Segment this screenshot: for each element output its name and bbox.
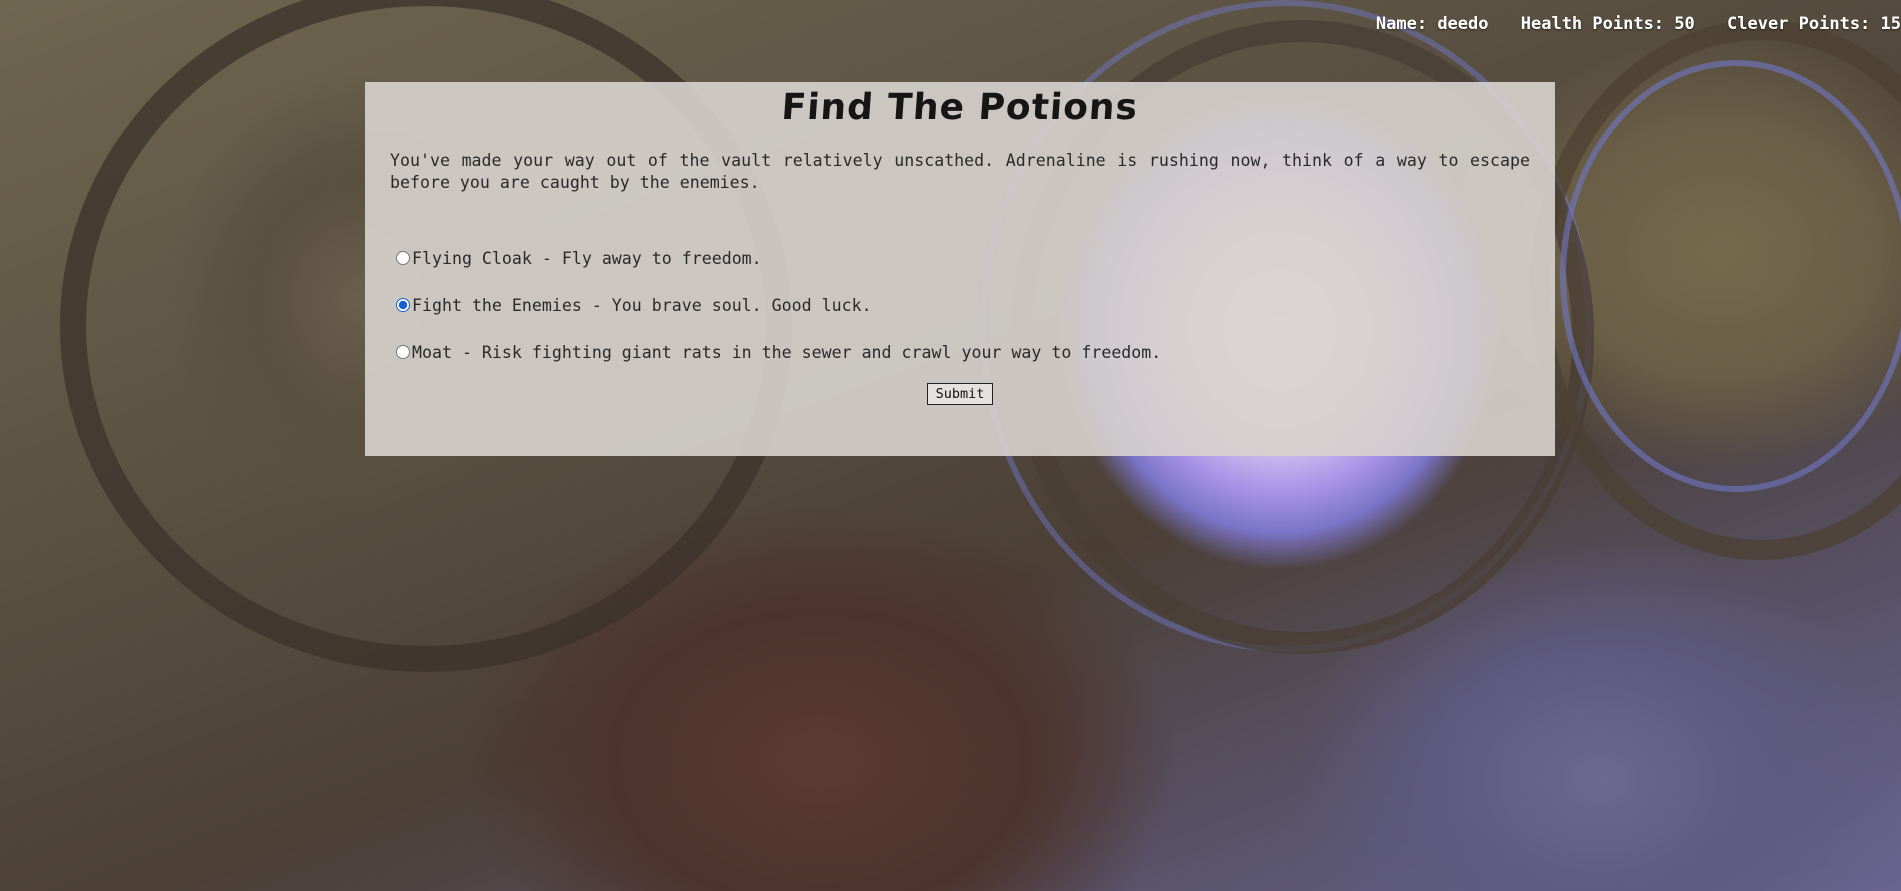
health-points: Health Points: 50 xyxy=(1520,14,1695,34)
scene-description: You've made your way out of the vault re… xyxy=(390,151,1530,192)
choice-radio-flying-cloak[interactable] xyxy=(396,251,410,265)
choice-option-fight-enemies[interactable]: Fight the Enemies - You brave soul. Good… xyxy=(390,293,1530,317)
scene-title: Find The Potions xyxy=(780,87,1140,128)
choice-form: Flying Cloak - Fly away to freedom. Figh… xyxy=(390,246,1530,405)
clever-points: Clever Points: 15 xyxy=(1727,14,1901,34)
scene-panel: Find The Potions You've made your way ou… xyxy=(365,82,1555,456)
choice-option-flying-cloak[interactable]: Flying Cloak - Fly away to freedom. xyxy=(390,246,1530,270)
submit-row: Submit xyxy=(390,383,1530,405)
choice-radio-fight-enemies[interactable] xyxy=(396,298,410,312)
choice-label: Flying Cloak - Fly away to freedom. xyxy=(412,248,762,268)
submit-button[interactable]: Submit xyxy=(926,383,994,405)
background-ring xyxy=(1560,60,1901,492)
choice-option-moat[interactable]: Moat - Risk fighting giant rats in the s… xyxy=(390,340,1530,364)
choice-label: Moat - Risk fighting giant rats in the s… xyxy=(412,342,1162,362)
player-stats: Name: deedo Health Points: 50 Clever Poi… xyxy=(1376,14,1901,34)
choice-radio-moat[interactable] xyxy=(396,345,410,359)
player-name: Name: deedo xyxy=(1375,14,1489,34)
choice-label: Fight the Enemies - You brave soul. Good… xyxy=(412,295,872,315)
